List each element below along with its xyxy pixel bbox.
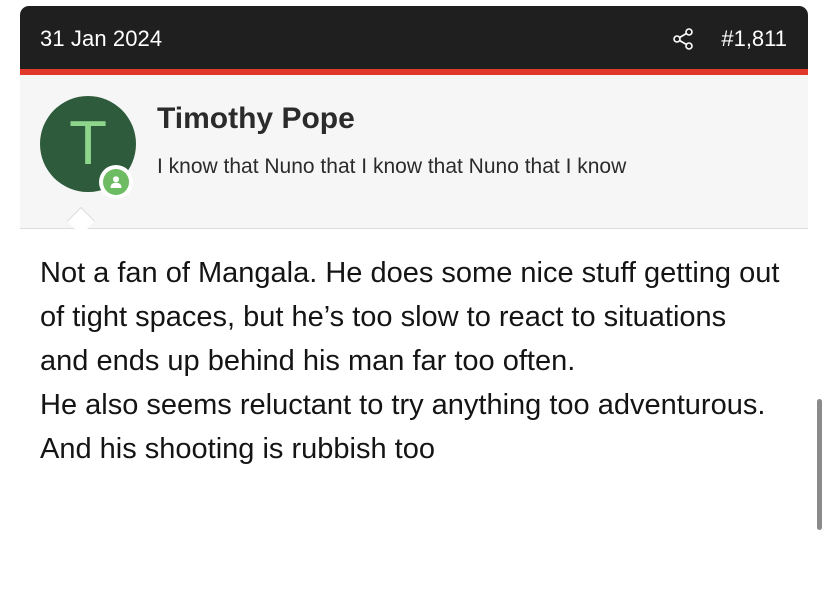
share-icon[interactable]	[671, 27, 695, 51]
scrollbar[interactable]	[817, 399, 822, 530]
post-header-actions: #1,811	[671, 26, 787, 52]
message-line: He also seems reluctant to try anything …	[40, 389, 766, 421]
online-status-badge	[99, 165, 133, 199]
user-info-panel: T Timothy Pope I know that Nuno that I k…	[20, 75, 808, 229]
message-line: Not a fan of Mangala. He does some nice …	[40, 257, 780, 377]
message-line: And his shooting is rubbish too	[40, 433, 435, 465]
username-link[interactable]: Timothy Pope	[157, 102, 355, 136]
post-message: Not a fan of Mangala. He does some nice …	[40, 251, 780, 471]
post-header: 31 Jan 2024 #1,811	[20, 6, 808, 69]
post-number-link[interactable]: #1,811	[721, 26, 787, 52]
user-online-icon	[103, 169, 129, 195]
post-date[interactable]: 31 Jan 2024	[40, 26, 162, 52]
user-title: I know that Nuno that I know that Nuno t…	[157, 155, 627, 178]
